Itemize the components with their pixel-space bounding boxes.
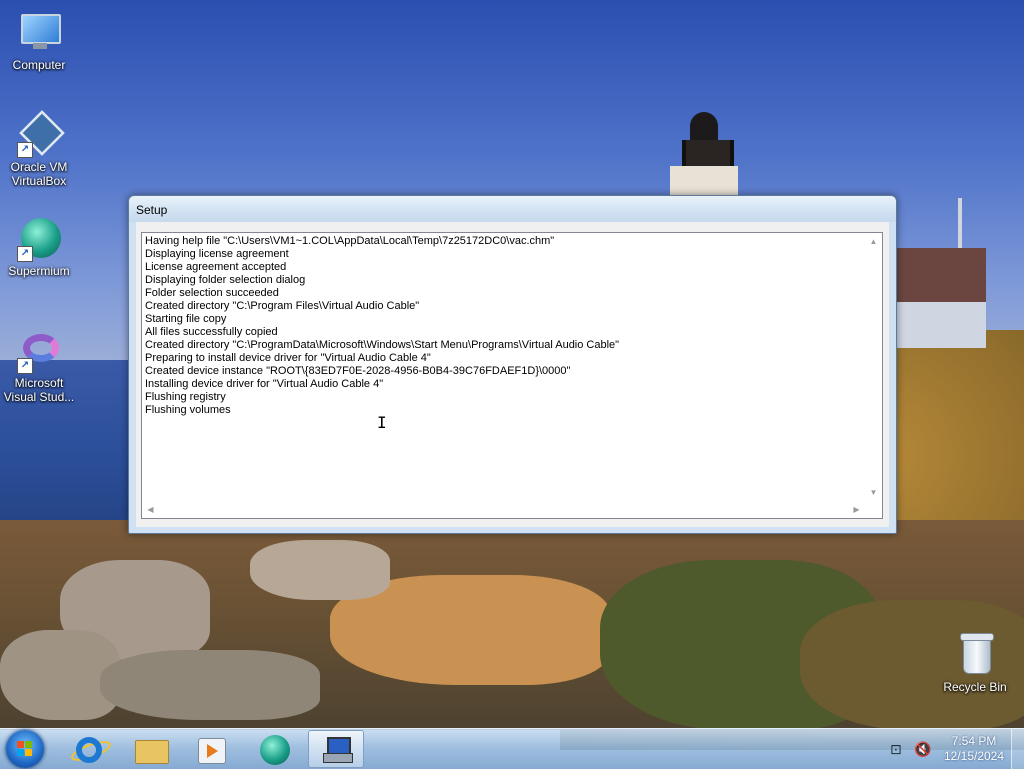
log-line: All files successfully copied — [145, 326, 278, 338]
clock-date: 12/15/2024 — [943, 749, 1005, 763]
scroll-down-arrow-icon[interactable]: ▼ — [865, 484, 882, 501]
desktop-icon-label: Microsoft Visual Stud... — [3, 376, 75, 404]
recycle-bin-icon — [953, 632, 997, 676]
taskbar-supermium[interactable] — [246, 730, 302, 768]
taskbar-setup[interactable] — [308, 730, 364, 768]
virtualbox-icon: ↗ — [17, 110, 65, 158]
log-line: Created directory "C:\Program Files\Virt… — [145, 300, 420, 312]
log-line: Having help file "C:\Users\VM1~1.COL\App… — [145, 235, 555, 247]
setup-window[interactable]: Setup Having help file "C:\Users\VM1~1.C… — [128, 195, 897, 534]
log-line: Folder selection succeeded — [145, 287, 279, 299]
log-line: License agreement accepted — [145, 261, 287, 273]
setup-log-textbox[interactable]: Having help file "C:\Users\VM1~1.COL\App… — [141, 232, 883, 519]
folder-icon — [135, 740, 169, 764]
wallpaper-house — [896, 248, 986, 348]
wallpaper-rocks — [0, 520, 1024, 730]
log-line: Displaying license agreement — [145, 248, 289, 260]
shortcut-arrow-icon: ↗ — [17, 246, 33, 262]
text-cursor-icon: I — [377, 413, 387, 432]
setup-icon — [323, 737, 353, 763]
desktop-icon-label: Supermium — [8, 264, 70, 278]
scroll-right-arrow-icon[interactable]: ▶ — [848, 501, 865, 518]
shortcut-arrow-icon: ↗ — [17, 358, 33, 374]
desktop-icon-visual-studio[interactable]: ↗ Microsoft Visual Stud... — [0, 328, 78, 404]
supermium-icon — [260, 735, 290, 765]
log-line: Created device instance "ROOT\{83ED7F0E-… — [145, 365, 571, 377]
window-title: Setup — [136, 203, 168, 217]
desktop-icon-virtualbox[interactable]: ↗ Oracle VM VirtualBox — [0, 110, 78, 188]
log-line: Installing device driver for "Virtual Au… — [145, 378, 384, 390]
clock-time: 7:54 PM — [951, 734, 997, 748]
taskbar: ⊡ 🔇 7:54 PM 12/15/2024 — [0, 728, 1024, 769]
taskbar-media-player[interactable] — [182, 730, 238, 768]
windows-logo-icon — [17, 741, 33, 757]
horizontal-scrollbar[interactable]: ◀ ▶ — [142, 501, 865, 518]
visual-studio-icon: ↗ — [17, 328, 61, 374]
log-line: Displaying folder selection dialog — [145, 274, 306, 286]
start-button[interactable] — [6, 730, 44, 768]
desktop-icon-label: Recycle Bin — [943, 680, 1007, 694]
taskbar-clock[interactable]: 7:54 PM 12/15/2024 — [936, 734, 1012, 764]
vertical-scrollbar[interactable]: ▲ ▼ — [865, 233, 882, 501]
desktop-icon-computer[interactable]: Computer — [0, 10, 78, 72]
scroll-left-arrow-icon[interactable]: ◀ — [142, 501, 159, 518]
volume-muted-icon[interactable]: 🔇 — [914, 741, 931, 758]
supermium-icon: ↗ — [17, 216, 61, 262]
taskbar-internet-explorer[interactable] — [60, 730, 116, 768]
log-line: Created directory "C:\ProgramData\Micros… — [145, 339, 620, 351]
desktop-icon-supermium[interactable]: ↗ Supermium — [0, 216, 78, 278]
log-line: Preparing to install device driver for "… — [145, 352, 431, 364]
window-client-area: Having help file "C:\Users\VM1~1.COL\App… — [136, 222, 889, 527]
computer-icon — [17, 10, 61, 54]
internet-explorer-icon — [76, 737, 102, 763]
scroll-up-arrow-icon[interactable]: ▲ — [865, 233, 882, 250]
log-line: Flushing registry — [145, 391, 226, 403]
wallpaper-lighthouse — [664, 104, 744, 196]
log-line: Starting file copy — [145, 313, 227, 325]
taskbar-file-explorer[interactable] — [122, 730, 178, 768]
desktop-icon-label: Computer — [12, 58, 66, 72]
desktop-icon-recycle-bin[interactable]: Recycle Bin — [936, 632, 1014, 694]
desktop-icon-label: Oracle VM VirtualBox — [10, 160, 68, 188]
media-player-icon — [198, 738, 226, 764]
network-icon[interactable]: ⊡ — [890, 741, 902, 758]
log-line: Flushing volumes — [145, 404, 231, 416]
window-titlebar[interactable]: Setup — [129, 196, 896, 222]
shortcut-arrow-icon: ↗ — [17, 142, 33, 158]
setup-log-lines: Having help file "C:\Users\VM1~1.COL\App… — [145, 235, 862, 500]
show-desktop-button[interactable] — [1011, 729, 1024, 769]
